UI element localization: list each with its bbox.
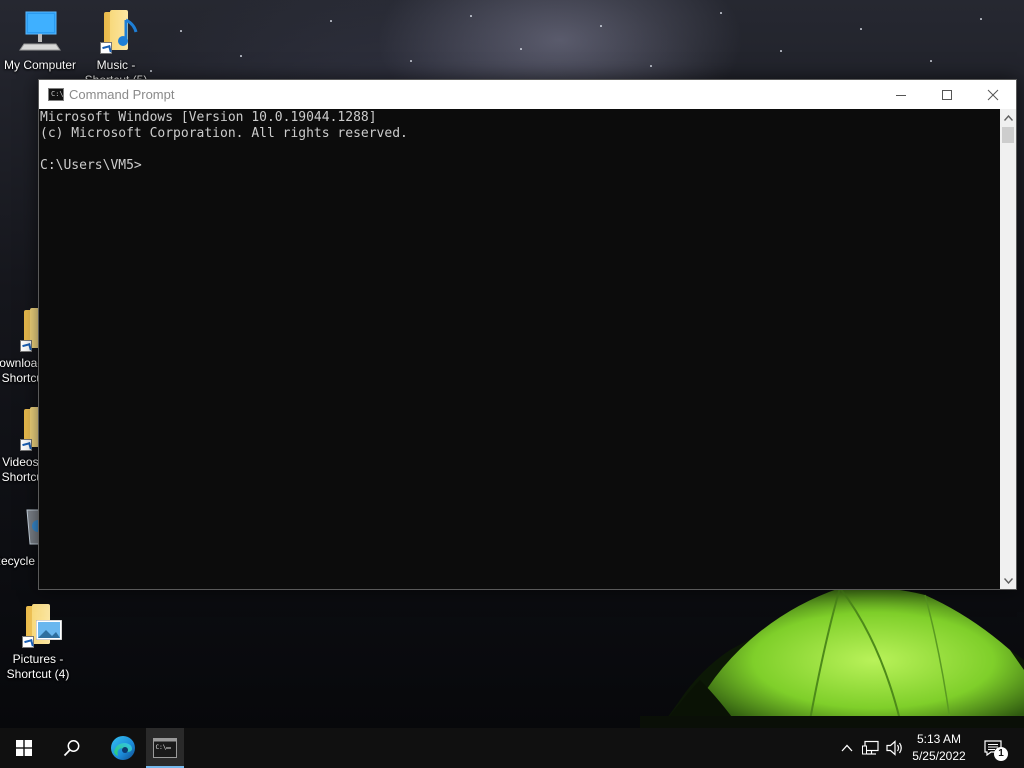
- star: [780, 50, 782, 52]
- taskbar-app-edge[interactable]: [100, 728, 146, 768]
- star: [240, 55, 242, 57]
- window-title: Command Prompt: [69, 87, 175, 102]
- minimize-button[interactable]: [878, 80, 924, 109]
- console-line: (c) Microsoft Corporation. All rights re…: [40, 126, 408, 141]
- show-hidden-icons-button[interactable]: [838, 728, 856, 768]
- scroll-down-button[interactable]: [1000, 572, 1016, 589]
- windows-start-icon: [16, 740, 32, 756]
- pictures-folder-icon: [14, 602, 62, 650]
- taskbar: C:\ 5:13 AM 5/25/2022: [0, 728, 1024, 768]
- maximize-icon: [942, 89, 952, 100]
- star: [180, 30, 182, 32]
- star: [520, 48, 522, 50]
- notification-count-badge: 1: [994, 747, 1008, 761]
- console-output[interactable]: Microsoft Windows [Version 10.0.19044.12…: [39, 109, 1000, 589]
- edge-icon: [111, 736, 135, 760]
- vertical-scrollbar[interactable]: [1000, 109, 1016, 589]
- star: [600, 25, 602, 27]
- star: [470, 15, 472, 17]
- minimize-icon: [896, 94, 906, 96]
- start-button[interactable]: [1, 728, 47, 768]
- console-prompt: C:\Users\VM5>: [40, 158, 142, 173]
- taskbar-app-command-prompt[interactable]: C:\: [146, 728, 184, 768]
- desktop-icon-my-computer[interactable]: My Computer: [0, 8, 80, 73]
- desktop-icon-music-shortcut[interactable]: Music - Shortcut (5): [76, 8, 156, 88]
- desktop-icon-label: Pictures - Shortcut (4): [6, 652, 70, 681]
- network-icon: [862, 740, 879, 755]
- star: [980, 18, 982, 20]
- command-prompt-window[interactable]: C:\ Command Prompt Microsoft Windows [Ve…: [38, 79, 1017, 590]
- desktop-icon-pictures-shortcut[interactable]: Pictures - Shortcut (4): [0, 602, 78, 682]
- clock-time: 5:13 AM: [916, 732, 962, 746]
- star: [930, 60, 932, 62]
- maximize-button[interactable]: [924, 80, 970, 109]
- volume-icon: [886, 740, 902, 756]
- search-icon: [63, 740, 80, 757]
- console-line: Microsoft Windows [Version 10.0.19044.12…: [40, 110, 377, 125]
- music-folder-icon: [92, 8, 140, 56]
- clock-date: 5/25/2022: [912, 749, 966, 763]
- close-icon: [987, 89, 999, 100]
- network-button[interactable]: [860, 728, 882, 768]
- window-titlebar[interactable]: C:\ Command Prompt: [39, 80, 1016, 109]
- chevron-down-icon: [1003, 577, 1013, 584]
- star: [860, 28, 862, 30]
- search-button[interactable]: [49, 728, 95, 768]
- chevron-up-icon: [1003, 114, 1013, 121]
- chevron-up-icon: [841, 744, 853, 752]
- star: [410, 60, 412, 62]
- cmd-icon[interactable]: C:\: [48, 88, 64, 101]
- svg-text:C:\: C:\: [156, 744, 167, 751]
- tent-illustration: [640, 587, 1024, 728]
- desktop-icon-label: My Computer: [3, 58, 77, 72]
- scrollbar-thumb[interactable]: [1002, 127, 1014, 143]
- volume-button[interactable]: [884, 728, 906, 768]
- star: [720, 12, 722, 14]
- star: [650, 65, 652, 67]
- scroll-up-button[interactable]: [1000, 109, 1016, 126]
- cmd-icon: C:\: [153, 738, 177, 758]
- close-button[interactable]: [970, 80, 1016, 109]
- star: [330, 20, 332, 22]
- monitor-icon: [16, 8, 64, 56]
- clock[interactable]: 5:13 AM 5/25/2022: [905, 731, 973, 765]
